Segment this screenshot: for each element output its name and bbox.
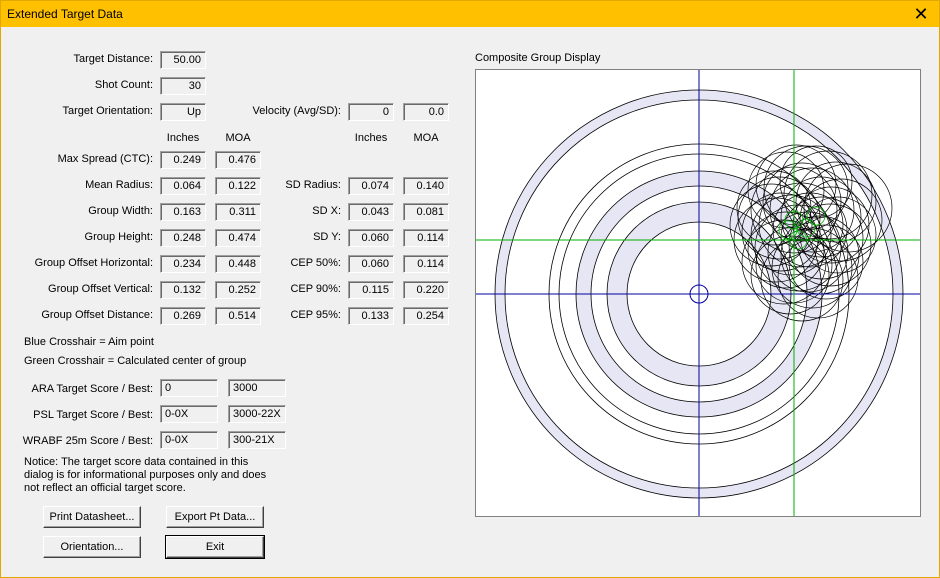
cep50-moa: 0.114 [403, 255, 449, 273]
target-distance-label: Target Distance: [73, 53, 153, 65]
close-icon[interactable]: ✕ [903, 1, 939, 27]
sd-radius-label: SD Radius: [285, 179, 341, 191]
mean-radius-inches: 0.064 [160, 177, 206, 195]
sd-y-inches: 0.060 [348, 229, 394, 247]
crosshairs [476, 70, 920, 516]
cep95-label: CEP 95%: [290, 309, 341, 321]
group-height-moa: 0.474 [215, 229, 261, 247]
legend-blue: Blue Crosshair = Aim point [24, 336, 154, 348]
offset-horizontal-inches: 0.234 [160, 255, 206, 273]
notice-text: Notice: The target score data contained … [24, 456, 267, 494]
export-pt-data-button[interactable]: Export Pt Data... [166, 506, 264, 528]
offset-vertical-label: Group Offset Vertical: [48, 283, 153, 295]
composite-display-title: Composite Group Display [475, 52, 601, 64]
max-spread-moa: 0.476 [215, 151, 261, 169]
group-height-inches: 0.248 [160, 229, 206, 247]
inches-header-right: Inches [354, 132, 388, 144]
sd-x-inches: 0.043 [348, 203, 394, 221]
max-spread-inches: 0.249 [160, 151, 206, 169]
offset-distance-inches: 0.269 [160, 307, 206, 325]
wrabf-score-field: 0-0X [160, 431, 218, 449]
offset-horizontal-label: Group Offset Horizontal: [34, 257, 153, 269]
print-datasheet-button[interactable]: Print Datasheet... [43, 506, 141, 528]
target-orientation-label: Target Orientation: [62, 105, 154, 117]
group-width-label: Group Width: [88, 205, 153, 217]
legend-green: Green Crosshair = Calculated center of g… [24, 355, 247, 367]
inches-header: Inches [166, 132, 200, 144]
max-spread-label: Max Spread (CTC): [57, 153, 153, 165]
velocity-sd-field: 0.0 [403, 103, 449, 121]
moa-header-right: MOA [413, 132, 439, 144]
ara-score-label: ARA Target Score / Best: [31, 383, 153, 395]
cep50-label: CEP 50%: [290, 257, 341, 269]
mean-radius-moa: 0.122 [215, 177, 261, 195]
sd-y-moa: 0.114 [403, 229, 449, 247]
psl-best-field: 3000-22X [228, 405, 286, 423]
moa-header: MOA [225, 132, 251, 144]
sd-x-label: SD X: [312, 205, 341, 217]
title-bar: Extended Target Data ✕ [1, 1, 939, 27]
composite-group-display [475, 69, 921, 517]
shot-count-label: Shot Count: [94, 79, 153, 91]
window-title: Extended Target Data [7, 7, 123, 21]
psl-score-field: 0-0X [160, 405, 218, 423]
wrabf-best-field: 300-21X [228, 431, 286, 449]
group-width-moa: 0.311 [215, 203, 261, 221]
offset-distance-label: Group Offset Distance: [41, 309, 153, 321]
psl-score-label: PSL Target Score / Best: [33, 409, 153, 421]
orientation-button[interactable]: Orientation... [43, 536, 141, 558]
sd-y-label: SD Y: [313, 231, 341, 243]
target-distance-field: 50.00 [160, 51, 206, 69]
cep90-label: CEP 90%: [290, 283, 341, 295]
wrabf-score-label: WRABF 25m Score / Best: [22, 435, 153, 447]
velocity-avg-field: 0 [348, 103, 394, 121]
target-canvas [476, 70, 920, 516]
sd-radius-moa: 0.140 [403, 177, 449, 195]
offset-vertical-inches: 0.132 [160, 281, 206, 299]
group-width-inches: 0.163 [160, 203, 206, 221]
velocity-label: Velocity (Avg/SD): [252, 105, 341, 117]
group-height-label: Group Height: [84, 231, 153, 243]
cep90-inches: 0.115 [348, 281, 394, 299]
offset-vertical-moa: 0.252 [215, 281, 261, 299]
offset-distance-moa: 0.514 [215, 307, 261, 325]
mean-radius-label: Mean Radius: [85, 179, 153, 191]
offset-horizontal-moa: 0.448 [215, 255, 261, 273]
ara-best-field: 3000 [228, 379, 286, 397]
exit-button[interactable]: Exit [165, 535, 265, 559]
cep95-inches: 0.133 [348, 307, 394, 325]
sd-x-moa: 0.081 [403, 203, 449, 221]
cep50-inches: 0.060 [348, 255, 394, 273]
cep95-moa: 0.254 [403, 307, 449, 325]
ara-score-field: 0 [160, 379, 218, 397]
shot-count-field: 30 [160, 77, 206, 95]
cep90-moa: 0.220 [403, 281, 449, 299]
extended-target-data-window: Extended Target Data ✕ Target Distance: … [0, 0, 940, 578]
target-orientation-field: Up [160, 103, 206, 121]
sd-radius-inches: 0.074 [348, 177, 394, 195]
